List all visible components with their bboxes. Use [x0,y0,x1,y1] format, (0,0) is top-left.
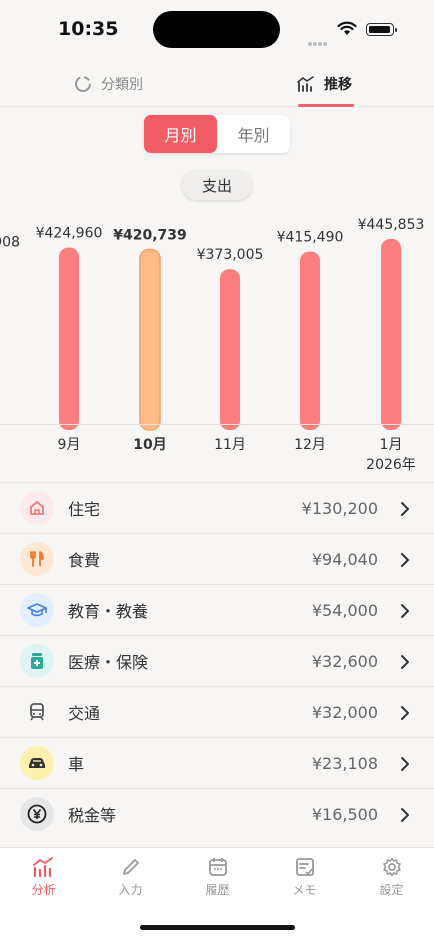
category-row[interactable]: 医療・保険 ¥32,600 [0,635,434,686]
category-amount: ¥16,500 [311,804,378,824]
category-amount: ¥32,000 [311,702,378,722]
chart-baseline [0,424,434,425]
segment-yearly[interactable]: 年別 [217,115,290,153]
category-amount: ¥54,000 [311,600,378,620]
category-row[interactable]: 交通 ¥32,000 [0,686,434,737]
x-axis-label: 12月 [294,437,326,453]
category-icon-badge [20,695,54,729]
tab-label: 分類別 [101,76,143,93]
tabbar-item-history[interactable]: 履歴 [174,848,261,906]
category-amount: ¥23,108 [311,753,378,773]
chart-bar[interactable] [139,248,161,431]
chevron-right-icon [401,502,409,516]
category-row[interactable]: 車 ¥23,108 [0,737,434,788]
category-name: 車 [68,755,85,774]
chart-bar[interactable] [220,269,240,430]
pencil-icon [122,859,139,875]
segment-monthly[interactable]: 月別 [144,115,217,153]
category-amount: ¥130,200 [301,498,378,518]
home-indicator-area [0,905,434,940]
chart-bar-icon [32,857,53,878]
yen-coin-icon [27,804,47,824]
period-segmented-control: 月別 年別 [144,115,290,153]
monthly-expense-bar-chart: 908 ¥424,960 9月 ¥420,739 10月 ¥373,005 11月 ¥415,… [0,217,434,473]
house-icon [30,501,44,515]
category-name: 住宅 [68,500,101,519]
x-axis-sublabel: 2026年 [366,457,416,473]
calendar-icon [208,858,227,876]
chevron-right-icon [401,757,409,771]
car-icon [29,758,45,768]
cellular-signal-icon [308,31,330,46]
chart-bar[interactable] [59,247,79,430]
tabbar-label: 入力 [118,883,143,897]
graduation-cap-icon [27,603,47,617]
expense-type-pill[interactable]: 支出 [182,170,252,200]
trend-chart-icon [297,75,314,92]
tabbar-item-settings[interactable]: 設定 [348,848,434,906]
home-indicator [140,925,295,930]
active-tab-indicator [298,104,354,107]
tabbar-item-memo[interactable]: メモ [261,848,348,906]
medicine-icon [31,653,43,669]
status-bar: 10:35 [0,0,434,60]
tabbar-label: 設定 [379,883,404,897]
category-amount: ¥32,600 [311,651,378,671]
category-icon-badge [20,593,54,627]
wifi-icon [337,21,357,35]
category-icon-badge [20,797,54,831]
x-axis-label: 1月 [380,437,403,453]
gear-icon [382,857,401,877]
battery-icon [366,23,397,36]
category-amount: ¥94,040 [311,549,378,569]
dynamic-island [153,11,280,48]
tabbar-label: 分析 [31,883,56,897]
bar-value-label: ¥420,739 [113,227,187,243]
category-icon-badge [20,542,54,576]
bar-value-label: ¥445,853 [358,217,425,233]
tab-label: 推移 [324,76,352,93]
x-axis-label: 10月 [133,437,166,453]
chart-bar[interactable] [381,238,401,430]
view-tabs: 分類別 推移 [0,60,434,107]
memo-icon [295,858,314,876]
chevron-right-icon [401,706,409,720]
category-name: 税金等 [68,806,117,825]
tabbar-label: 履歴 [205,883,230,897]
category-list: 住宅 ¥130,200 食費 ¥94,040 教育・教養 ¥54,000 医療・… [0,482,434,839]
chevron-right-icon [401,604,409,618]
circle-progress-icon [75,75,91,92]
category-row[interactable]: 税金等 ¥16,500 [0,788,434,839]
fork-knife-icon [30,551,44,567]
category-icon-badge [20,644,54,678]
category-name: 医療・保険 [68,653,149,672]
tabbar-label: メモ [292,883,317,897]
status-time: 10:35 [58,18,119,40]
x-axis-label: 11月 [214,437,246,453]
category-name: 教育・教養 [68,602,149,621]
category-name: 交通 [68,704,101,723]
chart-bar[interactable] [300,251,320,430]
bar-value-label: ¥415,490 [277,230,344,246]
tabbar-item-input[interactable]: 入力 [87,848,174,906]
chevron-right-icon [401,808,409,822]
category-row[interactable]: 食費 ¥94,040 [0,533,434,584]
category-icon-badge [20,491,54,525]
chevron-right-icon [401,655,409,669]
category-name: 食費 [68,551,101,570]
bar-value-label: ¥373,005 [197,247,264,263]
category-row[interactable]: 住宅 ¥130,200 [0,482,434,533]
x-axis-label: 9月 [58,437,81,453]
train-icon [30,703,44,721]
chevron-right-icon [401,553,409,567]
category-row[interactable]: 教育・教養 ¥54,000 [0,584,434,635]
bar-value-label: ¥424,960 [36,226,103,242]
bottom-tab-bar: 分析 入力 履歴 メモ 設定 [0,847,434,905]
tabbar-item-analysis[interactable]: 分析 [0,848,87,906]
bar-value-label: 908 [0,234,20,250]
category-icon-badge [20,746,54,780]
tab-trend[interactable]: 推移 [297,60,352,107]
tab-by-category[interactable]: 分類別 [74,60,143,107]
